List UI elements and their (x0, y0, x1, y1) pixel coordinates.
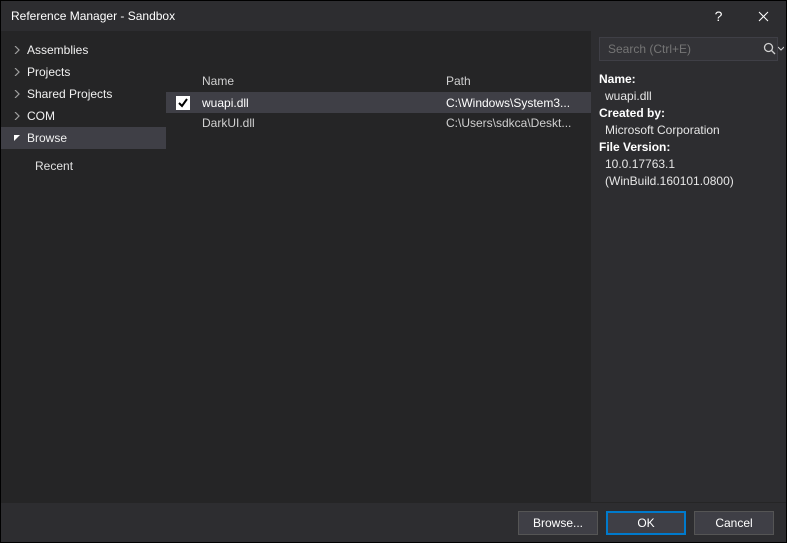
reference-list-panel: Name Path wuapi.dll C:\Windows\System3..… (166, 31, 591, 502)
body: Assemblies Projects Shared Projects COM … (1, 31, 786, 502)
chevron-right-icon (11, 46, 23, 54)
details-version-value: 10.0.17763.1 (599, 156, 778, 173)
details-properties: Name: wuapi.dll Created by: Microsoft Co… (599, 71, 778, 190)
sidebar-item-projects[interactable]: Projects (1, 61, 166, 83)
details-name-value: wuapi.dll (599, 88, 778, 105)
sidebar-item-label: Assemblies (27, 43, 88, 57)
sidebar-item-assemblies[interactable]: Assemblies (1, 39, 166, 61)
table-row[interactable]: wuapi.dll C:\Windows\System3... (166, 93, 591, 113)
column-name-header[interactable]: Name (200, 74, 440, 88)
column-path-header[interactable]: Path (440, 74, 591, 88)
sidebar-subitem-label: Recent (35, 159, 73, 173)
table-row[interactable]: DarkUI.dll C:\Users\sdkca\Deskt... (166, 113, 591, 133)
footer: Browse... OK Cancel (1, 502, 786, 542)
chevron-right-icon (11, 112, 23, 120)
details-build-value: (WinBuild.160101.0800) (599, 173, 778, 190)
row-path: C:\Windows\System3... (440, 96, 591, 110)
titlebar: Reference Manager - Sandbox ? (1, 1, 786, 31)
sidebar-item-shared-projects[interactable]: Shared Projects (1, 83, 166, 105)
details-created-label: Created by: (599, 105, 778, 122)
chevron-right-icon (11, 68, 23, 76)
column-headers: Name Path (166, 69, 591, 93)
sidebar-item-label: Browse (27, 131, 67, 145)
chevron-down-icon (11, 134, 23, 142)
sidebar: Assemblies Projects Shared Projects COM … (1, 31, 166, 502)
browse-button[interactable]: Browse... (518, 511, 598, 535)
search-box[interactable] (599, 37, 778, 61)
sidebar-subitem-recent[interactable]: Recent (1, 155, 166, 177)
reference-rows: wuapi.dll C:\Windows\System3... DarkUI.d… (166, 93, 591, 502)
checkbox-checked-icon (176, 96, 190, 110)
close-button[interactable] (741, 1, 786, 31)
details-name-label: Name: (599, 71, 778, 88)
ok-button[interactable]: OK (606, 511, 686, 535)
sidebar-item-label: Shared Projects (27, 87, 112, 101)
window-title: Reference Manager - Sandbox (1, 9, 175, 23)
row-name: DarkUI.dll (200, 116, 440, 130)
cancel-button[interactable]: Cancel (694, 511, 774, 535)
row-path: C:\Users\sdkca\Deskt... (440, 116, 591, 130)
reference-manager-window: Reference Manager - Sandbox ? Assemblies… (0, 0, 787, 543)
row-name: wuapi.dll (200, 96, 440, 110)
help-button[interactable]: ? (696, 1, 741, 31)
search-icon[interactable] (763, 42, 784, 56)
row-checkbox-cell[interactable] (166, 96, 200, 110)
details-version-label: File Version: (599, 139, 778, 156)
sidebar-item-label: COM (27, 109, 55, 123)
details-panel: Name: wuapi.dll Created by: Microsoft Co… (591, 31, 786, 502)
search-input[interactable] (600, 42, 763, 56)
details-created-value: Microsoft Corporation (599, 122, 778, 139)
sidebar-item-browse[interactable]: Browse (1, 127, 166, 149)
chevron-right-icon (11, 90, 23, 98)
close-icon (758, 11, 769, 22)
sidebar-item-label: Projects (27, 65, 70, 79)
sidebar-item-com[interactable]: COM (1, 105, 166, 127)
